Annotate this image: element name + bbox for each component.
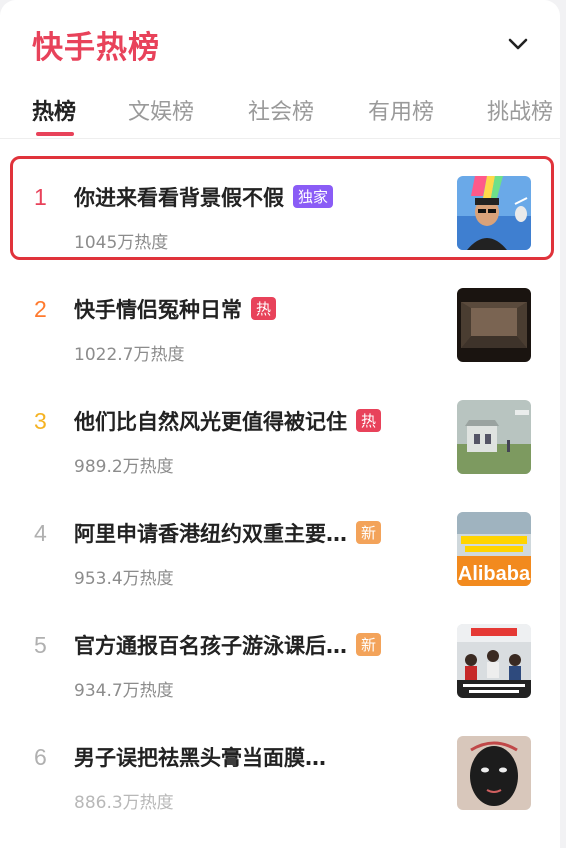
hot-list-card: 快手热榜 热榜 文娱榜 社会榜 有用榜 挑战榜 1 你进来看看背景假不假 独家 1… bbox=[0, 0, 560, 848]
list-item[interactable]: 4 阿里申请香港纽约双重主要… 新 953.4万热度 Alibaba bbox=[0, 506, 560, 618]
hot-badge: 热 bbox=[251, 297, 277, 320]
item-title: 阿里申请香港纽约双重主要… 新 bbox=[74, 518, 382, 548]
chevron-down-icon[interactable] bbox=[504, 30, 532, 58]
tab-entertainment[interactable]: 文娱榜 bbox=[128, 94, 194, 126]
list-item[interactable]: 2 快手情侣冤种日常热 1022.7万热度 bbox=[0, 282, 560, 394]
new-badge: 新 bbox=[356, 633, 382, 656]
list-item[interactable]: 6 男子误把祛黑头膏当面膜… 886.3万热度 bbox=[0, 730, 560, 842]
classroom-thumbnail bbox=[457, 624, 531, 698]
alibaba-thumbnail: Alibaba bbox=[457, 512, 531, 586]
tab-useful[interactable]: 有用榜 bbox=[368, 94, 434, 126]
heat-value: 989.2万热度 bbox=[74, 457, 174, 477]
heat-value: 1022.7万热度 bbox=[74, 345, 185, 365]
rank-number: 6 bbox=[34, 744, 47, 770]
hot-badge: 热 bbox=[356, 409, 382, 432]
new-badge: 新 bbox=[356, 521, 382, 544]
list-item[interactable]: 3 他们比自然风光更值得被记住热 989.2万热度 bbox=[0, 394, 560, 506]
tab-bar: 热榜 文娱榜 社会榜 有用榜 挑战榜 bbox=[0, 88, 560, 138]
rank-number: 3 bbox=[34, 408, 47, 434]
page-title: 快手热榜 bbox=[32, 30, 160, 66]
list-item[interactable]: 5 官方通报百名孩子游泳课后… 新 934.7万热度 bbox=[0, 618, 560, 730]
heat-value: 886.3万热度 bbox=[74, 793, 174, 813]
active-tab-indicator bbox=[36, 132, 74, 136]
empty-room-thumbnail bbox=[457, 288, 531, 362]
item-title: 他们比自然风光更值得被记住热 bbox=[74, 406, 382, 436]
rank-number: 2 bbox=[34, 296, 47, 322]
rank-number: 5 bbox=[34, 632, 47, 658]
svg-text:Alibaba: Alibaba bbox=[458, 563, 531, 585]
outpost-thumbnail bbox=[457, 400, 531, 474]
black-mask-face-thumbnail bbox=[457, 736, 531, 810]
item-title: 男子误把祛黑头膏当面膜… bbox=[74, 746, 326, 770]
rank-number: 4 bbox=[34, 520, 47, 546]
tab-hot[interactable]: 热榜 bbox=[32, 94, 76, 126]
tab-challenge[interactable]: 挑战榜 bbox=[487, 94, 553, 126]
item-title: 官方通报百名孩子游泳课后… 新 bbox=[74, 630, 382, 660]
divider bbox=[0, 138, 560, 139]
item-title: 快手情侣冤种日常热 bbox=[74, 294, 277, 324]
heat-value: 934.7万热度 bbox=[74, 681, 174, 701]
highlight-box bbox=[10, 156, 554, 260]
heat-value: 953.4万热度 bbox=[74, 569, 174, 589]
tab-society[interactable]: 社会榜 bbox=[248, 94, 314, 126]
